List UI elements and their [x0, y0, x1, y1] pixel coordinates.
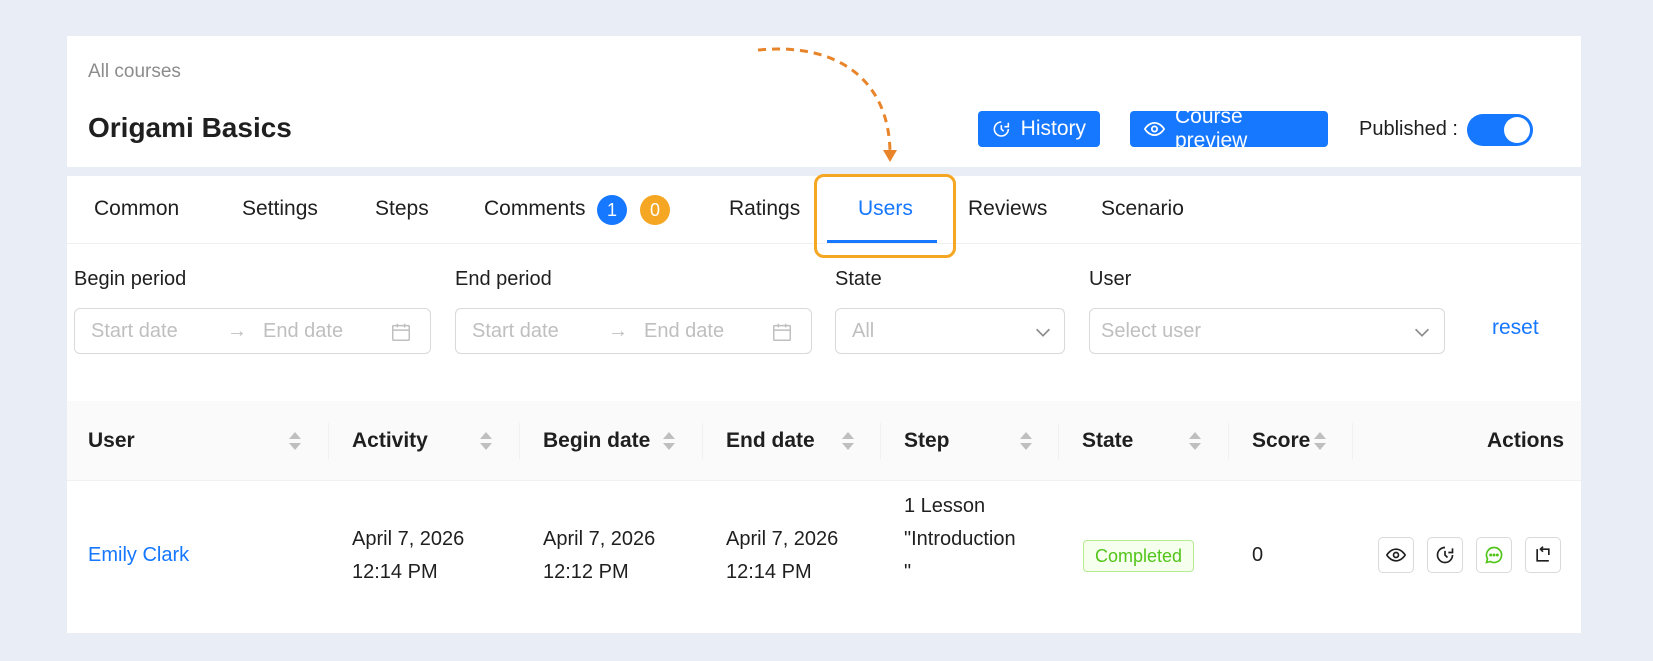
- tab-ratings[interactable]: Ratings: [729, 197, 800, 221]
- column-divider: [328, 423, 329, 459]
- history-button-label: History: [1020, 117, 1086, 140]
- user-name-link[interactable]: Emily Clark: [88, 539, 189, 572]
- activity-date: April 7, 2026: [352, 528, 465, 550]
- history-action-button[interactable]: [1427, 537, 1463, 573]
- chevron-down-icon: [1414, 328, 1430, 337]
- comments-badge-new: 1: [597, 195, 627, 225]
- tab-steps[interactable]: Steps: [375, 197, 429, 221]
- begin-period-start[interactable]: Start date: [91, 320, 178, 343]
- undo-icon: [1536, 546, 1550, 562]
- end-period-start[interactable]: Start date: [472, 320, 559, 343]
- sort-icon[interactable]: [1019, 430, 1033, 452]
- begin-date: April 7, 2026: [543, 528, 656, 550]
- main-panel: Common Settings Steps Comments 1 0 Ratin…: [67, 174, 1581, 633]
- activity-time: 12:14 PM: [352, 561, 438, 583]
- begin-time: 12:12 PM: [543, 561, 629, 583]
- user-filter-label: User: [1089, 268, 1132, 290]
- sort-icon[interactable]: [841, 430, 855, 452]
- view-action-button[interactable]: [1378, 537, 1414, 573]
- tab-common[interactable]: Common: [94, 197, 179, 221]
- begin-period-end[interactable]: End date: [263, 320, 343, 343]
- state-filter-label: State: [835, 268, 882, 290]
- step-line: ": [904, 561, 912, 583]
- chat-icon: [1485, 546, 1503, 564]
- calendar-icon: [392, 323, 410, 341]
- column-divider: [519, 423, 520, 459]
- column-divider: [702, 423, 703, 459]
- history-icon: [993, 121, 1010, 137]
- column-divider: [1228, 423, 1229, 459]
- end-period-range[interactable]: Start date → End date: [455, 308, 812, 354]
- calendar-icon: [773, 323, 791, 341]
- breadcrumb[interactable]: All courses: [88, 61, 181, 83]
- activity-cell: April 7, 2026 12:14 PM: [352, 523, 464, 589]
- end-period-label: End period: [455, 268, 552, 290]
- sort-icon[interactable]: [288, 430, 302, 452]
- begin-date-cell: April 7, 2026 12:12 PM: [543, 523, 655, 589]
- reset-filters-link[interactable]: reset: [1492, 316, 1539, 340]
- column-header-begin-date[interactable]: Begin date: [543, 429, 650, 453]
- step-line: "Introduction: [904, 528, 1016, 550]
- annotation-arrow: [757, 47, 897, 162]
- state-select[interactable]: All: [835, 308, 1065, 354]
- user-select[interactable]: Select user: [1089, 308, 1445, 354]
- column-header-activity[interactable]: Activity: [352, 429, 428, 453]
- begin-period-range[interactable]: Start date → End date: [74, 308, 431, 354]
- column-divider: [880, 423, 881, 459]
- tab-settings[interactable]: Settings: [242, 197, 318, 221]
- state-select-value: All: [852, 320, 875, 342]
- tab-bar: Common Settings Steps Comments 1 0 Ratin…: [67, 174, 1581, 258]
- chevron-down-icon: [1035, 328, 1051, 337]
- column-header-state[interactable]: State: [1082, 429, 1133, 453]
- end-date: April 7, 2026: [726, 528, 839, 550]
- begin-period-label: Begin period: [74, 268, 187, 290]
- history-button[interactable]: History: [978, 111, 1100, 147]
- column-divider: [1352, 423, 1353, 459]
- column-header-user[interactable]: User: [88, 429, 135, 453]
- toggle-knob: [1504, 117, 1530, 143]
- eye-icon: [1144, 122, 1165, 136]
- table-header: User Activity Begin date End date Step S…: [67, 401, 1581, 481]
- column-header-step[interactable]: Step: [904, 429, 950, 453]
- users-tab-highlight: [814, 174, 956, 258]
- page-title: Origami Basics: [88, 112, 292, 143]
- history-icon: [1436, 546, 1454, 564]
- range-arrow-icon: →: [227, 320, 247, 342]
- published-label: Published :: [1359, 118, 1458, 140]
- table-row: Emily Clark April 7, 2026 12:14 PM April…: [67, 482, 1581, 632]
- course-preview-button[interactable]: Course preview: [1130, 105, 1328, 152]
- eye-icon: [1386, 548, 1406, 562]
- column-divider: [1058, 423, 1059, 459]
- sort-icon[interactable]: [1188, 430, 1202, 452]
- step-cell: 1 Lesson "Introduction ": [904, 490, 1016, 600]
- tab-reviews[interactable]: Reviews: [968, 197, 1047, 221]
- column-header-actions: Actions: [1487, 429, 1565, 452]
- step-line: 1 Lesson: [904, 495, 986, 517]
- end-time: 12:14 PM: [726, 561, 812, 583]
- tab-comments[interactable]: Comments: [484, 197, 586, 221]
- score-cell: 0: [1252, 544, 1264, 566]
- reset-progress-button[interactable]: [1525, 537, 1561, 573]
- range-arrow-icon: →: [608, 320, 628, 342]
- status-badge: Completed: [1083, 540, 1195, 572]
- comment-action-button[interactable]: [1476, 537, 1512, 573]
- course-preview-label: Course preview: [1174, 105, 1248, 152]
- sort-icon[interactable]: [479, 430, 493, 452]
- end-date-cell: April 7, 2026 12:14 PM: [726, 523, 838, 589]
- comments-badge-pending: 0: [640, 195, 670, 225]
- column-header-score[interactable]: Score: [1252, 429, 1310, 453]
- sort-icon[interactable]: [662, 430, 676, 452]
- tab-scenario[interactable]: Scenario: [1101, 197, 1184, 221]
- end-period-end[interactable]: End date: [644, 320, 724, 343]
- published-toggle[interactable]: [1467, 114, 1533, 146]
- column-header-end-date[interactable]: End date: [726, 429, 815, 453]
- user-select-placeholder: Select user: [1101, 320, 1202, 342]
- sort-icon[interactable]: [1313, 430, 1327, 452]
